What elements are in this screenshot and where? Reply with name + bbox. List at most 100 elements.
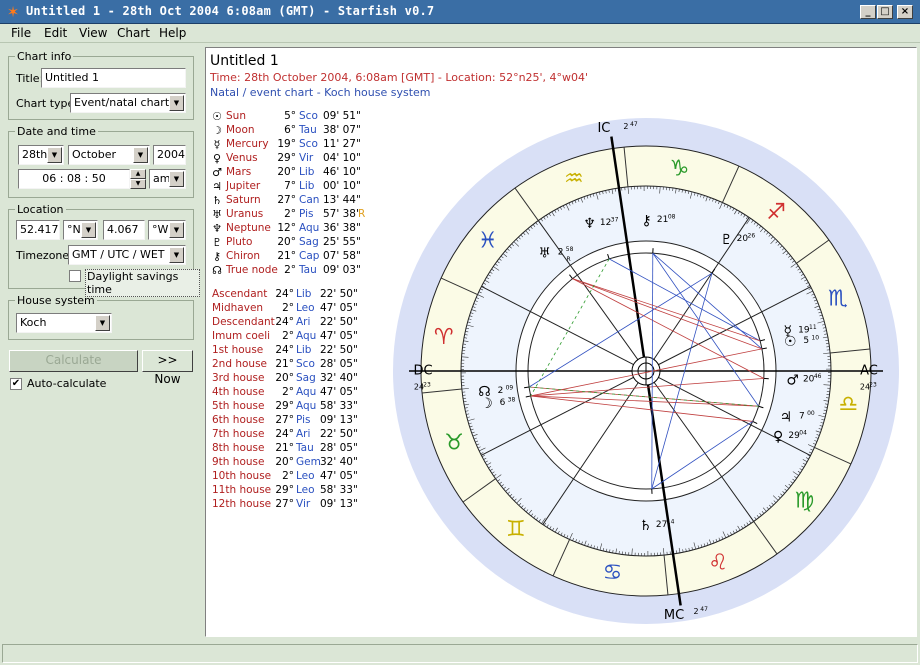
house-name: Imum coeli: [212, 330, 271, 342]
planet-degree: 5°: [284, 110, 296, 122]
house-name: 9th house: [212, 456, 265, 468]
house-name: Midhaven: [212, 302, 264, 314]
day-select[interactable]: 28th ▼: [18, 145, 64, 165]
house-degree: 2°: [282, 470, 294, 482]
longitude-input[interactable]: 4.067: [103, 220, 145, 240]
planet-name: Venus: [226, 152, 258, 164]
dst-checkbox[interactable]: [69, 270, 81, 282]
house-minutes: 47' 05": [320, 386, 358, 398]
title-input[interactable]: Untitled 1: [41, 68, 186, 88]
sun-minutes: 10: [811, 334, 819, 341]
planet-minutes: 11' 27": [323, 138, 361, 150]
chart-title: Untitled 1: [210, 53, 279, 69]
menu-view[interactable]: View: [79, 26, 107, 40]
uranus-minutes: 58: [566, 246, 574, 253]
dc-minutes: 23: [423, 382, 431, 389]
planet-sign: Cap: [299, 250, 320, 262]
chevron-down-icon[interactable]: ▼: [47, 147, 62, 163]
chevron-down-icon[interactable]: ▼: [133, 147, 148, 163]
planet-glyph-icon: ☊: [212, 264, 222, 277]
house-sign: Lib: [296, 288, 312, 300]
house-degree: 2°: [282, 386, 294, 398]
house-sign: Ari: [296, 428, 311, 440]
chevron-down-icon[interactable]: ▼: [169, 171, 184, 187]
house-minutes: 58' 33": [320, 484, 358, 496]
mars-icon: ♂: [786, 373, 799, 389]
menu-bar: File Edit View Chart Help: [0, 24, 920, 43]
house-row: 2nd house 21° Sco 28' 05": [210, 358, 390, 372]
planet-glyph-icon: ☿: [213, 138, 221, 151]
neptune-degree: 12: [600, 218, 611, 228]
chevron-down-icon[interactable]: ▼: [95, 315, 110, 331]
house-minutes: 09' 13": [320, 414, 358, 426]
uranus-icon: ♅: [538, 246, 551, 262]
planet-retrograde: R: [358, 208, 366, 220]
ampm-select[interactable]: am ▼: [149, 169, 186, 189]
planet-degree: 20°: [277, 166, 296, 178]
mars-minutes: 46: [814, 373, 822, 380]
chevron-down-icon[interactable]: ▼: [169, 247, 184, 263]
house-row: 8th house 21° Tau 28' 05": [210, 442, 390, 456]
chevron-down-icon[interactable]: ▼: [169, 222, 184, 238]
chevron-down-icon[interactable]: ▼: [169, 95, 184, 111]
house-sign: Leo: [296, 470, 315, 482]
saturn-icon: ♄: [639, 518, 652, 534]
month-select[interactable]: October ▼: [68, 145, 150, 165]
house-degree: 27°: [275, 498, 294, 510]
chevron-down-icon[interactable]: ▼: [81, 222, 96, 238]
house-row: 10th house 2° Leo 47' 05": [210, 470, 390, 484]
timezone-select[interactable]: GMT / UTC / WET ▼: [68, 245, 186, 265]
house-name: 11th house: [212, 484, 272, 496]
year-input[interactable]: 2004: [153, 145, 186, 165]
pluto-minutes: 26: [748, 233, 756, 240]
time-input[interactable]: 06 : 08 : 50: [18, 169, 130, 189]
house-degree: 29°: [275, 400, 294, 412]
planet-row: ☽ Moon 6° Tau 38' 07": [210, 124, 390, 138]
menu-chart[interactable]: Chart: [117, 26, 150, 40]
house-sign: Aqu: [296, 400, 317, 412]
calculate-button[interactable]: Calculate: [9, 350, 138, 372]
planet-glyph-icon: ♂: [212, 166, 222, 179]
dc-label: DC: [413, 364, 432, 379]
ic-minutes: 47: [630, 121, 638, 128]
planet-minutes: 04' 10": [323, 152, 361, 164]
house-minutes: 32' 40": [320, 372, 358, 384]
planet-degree: 21°: [277, 250, 296, 262]
house-row: Midhaven 2° Leo 47' 05": [210, 302, 390, 316]
planet-minutes: 09' 03": [323, 264, 361, 276]
spin-down-icon[interactable]: ▼: [130, 179, 146, 189]
menu-help[interactable]: Help: [159, 26, 186, 40]
planet-name: Chiron: [226, 250, 261, 262]
house-degree: 24°: [275, 288, 294, 300]
chart-type-select[interactable]: Event/natal chart ▼: [70, 93, 186, 113]
minimize-button[interactable]: _: [860, 5, 876, 19]
house-minutes: 47' 05": [320, 330, 358, 342]
house-sign: Aqu: [296, 386, 317, 398]
menu-edit[interactable]: Edit: [44, 26, 67, 40]
spin-up-icon[interactable]: ▲: [130, 169, 146, 179]
now-button[interactable]: >> Now: [142, 350, 193, 386]
house-row: 12th house 27° Vir 09' 13": [210, 498, 390, 512]
house-sign: Gem: [296, 456, 321, 468]
planet-degree: 27°: [277, 194, 296, 206]
dst-label[interactable]: Daylight savings time: [85, 269, 200, 297]
longitude-dir-select[interactable]: °W ▼: [148, 220, 186, 240]
leo-sign-icon: ♌: [708, 550, 728, 575]
chiron-minutes: 08: [668, 214, 676, 221]
pluto-icon: ♇: [720, 232, 733, 248]
auto-calculate-checkbox[interactable]: ✔: [10, 378, 22, 390]
latitude-input[interactable]: 52.417: [16, 220, 60, 240]
planet-row: ♃ Jupiter 7° Lib 00' 10": [210, 180, 390, 194]
date-time-legend: Date and time: [17, 125, 96, 138]
house-system-legend: House system: [17, 294, 95, 307]
ic-degree: 2: [623, 122, 628, 131]
latitude-dir-select[interactable]: °N ▼: [63, 220, 98, 240]
latitude-dir-value: °N: [67, 223, 81, 236]
time-spinner[interactable]: ▲ ▼: [130, 169, 146, 189]
maximize-button[interactable]: □: [877, 5, 893, 19]
menu-file[interactable]: File: [11, 26, 31, 40]
house-system-select[interactable]: Koch ▼: [16, 313, 112, 333]
auto-calculate-label: Auto-calculate: [27, 377, 107, 390]
jupiter-degree: 7: [799, 411, 805, 421]
close-button[interactable]: ×: [897, 5, 913, 19]
